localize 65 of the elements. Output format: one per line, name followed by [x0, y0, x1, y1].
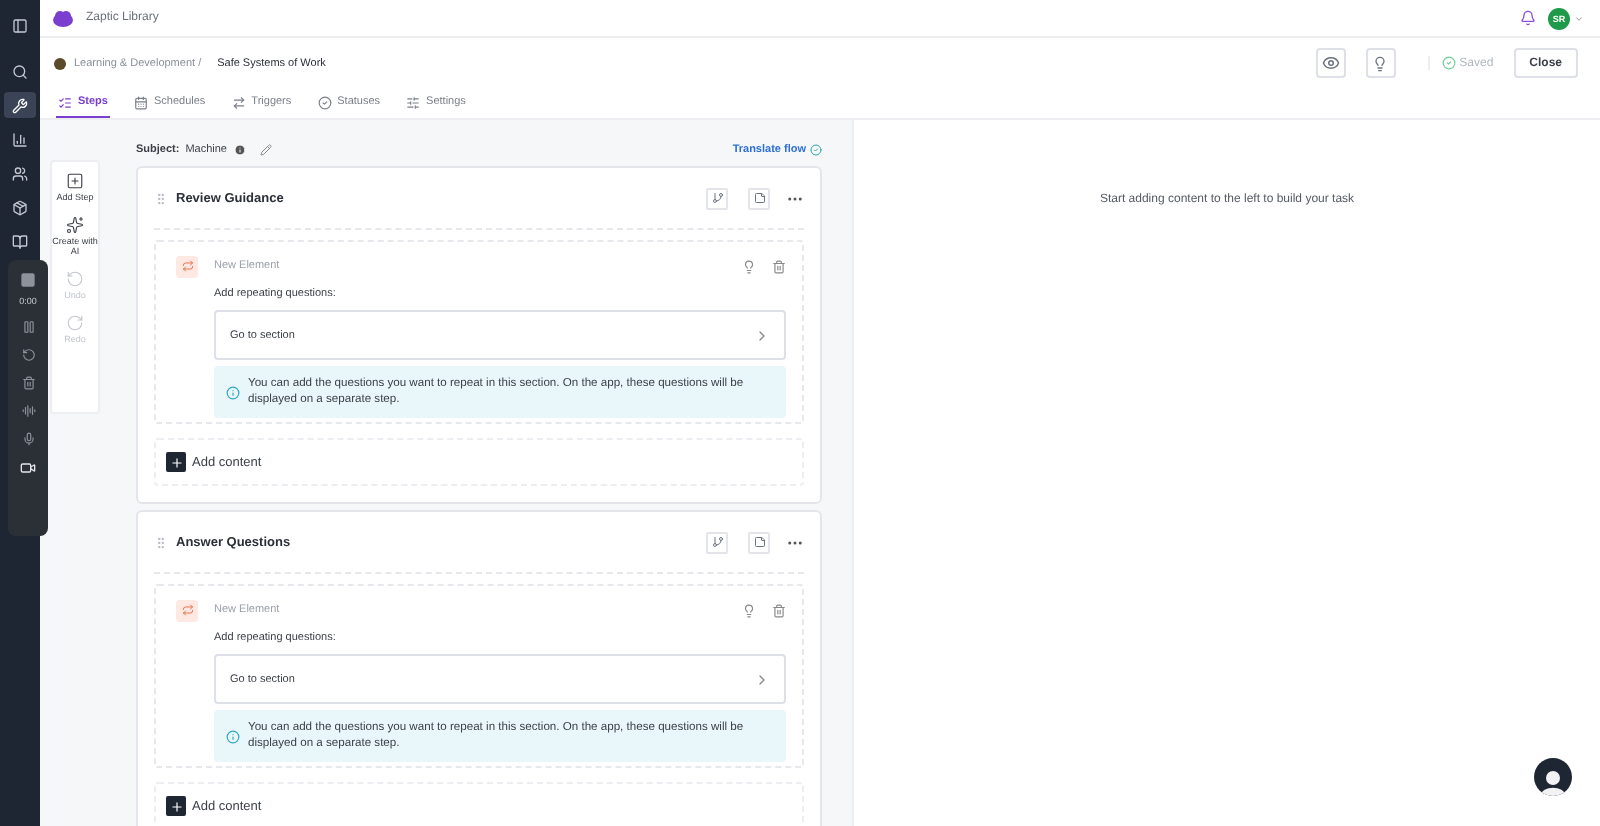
lightbulb-icon[interactable]	[742, 603, 756, 617]
notification-button[interactable]	[1520, 10, 1536, 26]
audio-icon	[21, 404, 35, 418]
lightbulb-icon	[1372, 55, 1389, 71]
branch-button[interactable]	[706, 531, 728, 553]
schedules-icon	[133, 95, 148, 109]
trash-icon[interactable]	[772, 603, 786, 617]
search-icon	[12, 63, 28, 79]
mic-icon	[21, 432, 35, 446]
branch-icon	[711, 536, 723, 548]
trash-icon	[21, 376, 35, 390]
note-button[interactable]	[748, 187, 770, 209]
redo-icon	[66, 313, 84, 332]
statuses-icon	[317, 95, 332, 109]
restart-icon	[21, 348, 35, 362]
delete-button[interactable]	[21, 376, 35, 390]
check-circle-icon	[1441, 56, 1456, 70]
pause-button[interactable]	[21, 320, 35, 334]
repeat-icon	[176, 255, 198, 277]
info-icon	[226, 729, 240, 743]
undo-icon	[66, 269, 84, 288]
mic-button[interactable]	[21, 432, 35, 446]
camera-button[interactable]	[20, 460, 36, 476]
bell-icon	[1520, 10, 1536, 26]
plus-icon	[166, 796, 186, 816]
settings-icon	[406, 95, 421, 109]
book-icon	[12, 233, 28, 249]
check-circle-icon	[810, 144, 822, 156]
chevron-right-icon	[754, 327, 770, 343]
add-icon	[66, 172, 84, 190]
nav-button[interactable]	[4, 92, 36, 118]
cloud-logo-icon	[52, 9, 74, 27]
wrench-icon	[12, 97, 28, 113]
badge-icon	[54, 57, 66, 69]
eye-icon	[1321, 54, 1340, 72]
info-icon	[226, 385, 240, 399]
pause-icon	[21, 320, 35, 334]
repeat-icon	[176, 599, 198, 621]
people-icon	[12, 165, 28, 181]
sparkle-icon	[66, 215, 84, 234]
note-icon	[753, 192, 765, 204]
audio-button[interactable]	[21, 404, 35, 418]
note-button[interactable]	[748, 531, 770, 553]
video-camera-icon	[20, 460, 36, 476]
note-icon	[753, 536, 765, 548]
tips-button[interactable]	[1365, 48, 1396, 78]
panel-icon	[12, 17, 28, 33]
person-silhouette-icon	[1540, 768, 1566, 796]
plus-icon	[166, 452, 186, 472]
box-icon	[12, 199, 28, 215]
steps-icon	[58, 95, 72, 109]
stop-icon	[20, 272, 36, 288]
branch-button[interactable]	[706, 187, 728, 209]
triggers-icon	[231, 95, 246, 109]
pencil-icon[interactable]	[259, 144, 271, 156]
trash-icon[interactable]	[772, 259, 786, 273]
chart-icon	[12, 131, 28, 147]
info-icon	[233, 144, 245, 156]
lightbulb-icon[interactable]	[742, 259, 756, 273]
chevron-right-icon	[754, 671, 770, 687]
stop-button[interactable]	[20, 272, 36, 288]
restart-button[interactable]	[21, 348, 35, 362]
preview-button[interactable]	[1315, 48, 1346, 78]
branch-icon	[711, 192, 723, 204]
chat-button[interactable]	[1534, 758, 1572, 796]
